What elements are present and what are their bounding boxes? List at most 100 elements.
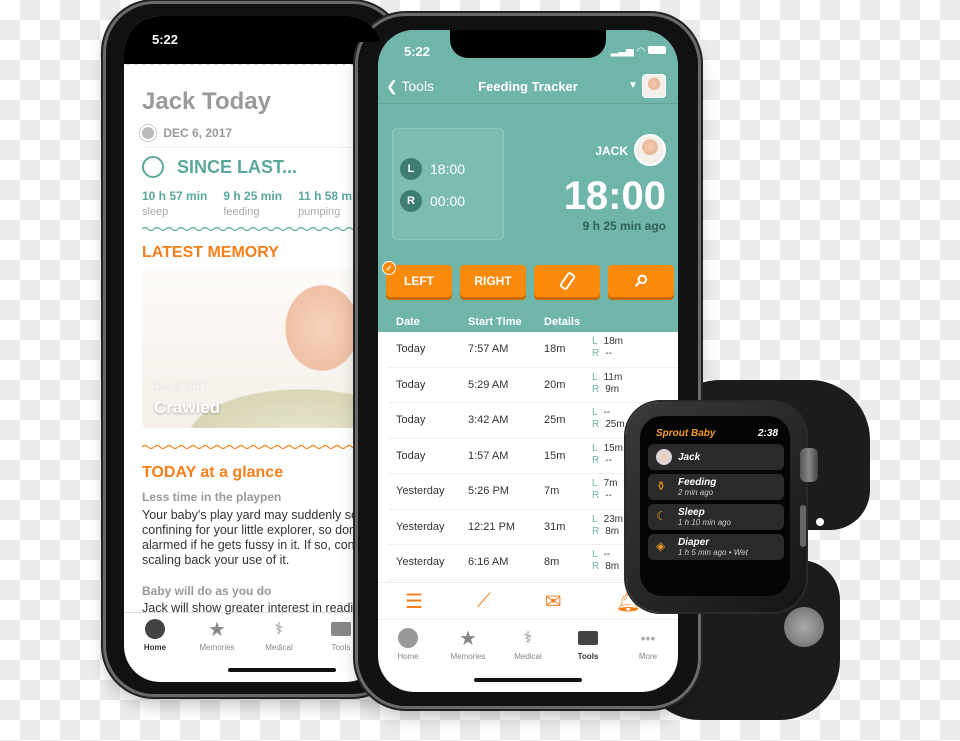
tab-medical[interactable]: ⚕ Medical [501,622,556,668]
apple-watch: Sprout Baby 2:38 Jack ⚱ Feeding 2 min ago … [626,402,806,612]
card-title: Feeding [678,477,717,488]
left-label: L [592,407,598,418]
tab-home[interactable]: Home [128,613,183,662]
card-subtitle: 1 h 5 min ago • Wet [678,548,748,557]
left-duration: 7m [603,478,618,489]
zigzag-divider [124,60,382,68]
wifi-icon: ◠ [636,46,646,57]
chevron-down-icon[interactable]: ▼ [628,80,638,91]
left-duration: 11m [603,371,623,383]
tab-tools[interactable]: Tools [561,622,616,668]
row-date: Today [396,378,426,391]
stopwatch-icon [142,156,164,178]
left-label: L [592,478,598,489]
left-timer-value: 18:00 [430,161,466,177]
since-last-label: SINCE LAST... [177,157,298,177]
row-start-time: 12:21 PM [468,520,516,533]
right-button[interactable]: RIGHT [460,265,526,297]
date-text: DEC 6, 2017 [163,126,233,140]
watch-app-name: Sprout Baby [656,428,716,439]
diaper-icon: ◈ [656,539,666,553]
baby-face-icon [144,618,166,640]
child-avatar-button[interactable] [642,74,666,98]
pump-button[interactable]: ⚲ [608,265,674,297]
latest-memory-heading: LATEST MEMORY [142,244,279,261]
watch-time: 2:38 [757,428,778,439]
today-heading: TODAY at a glance [142,464,284,481]
tab-label: Home [143,643,167,652]
row-start-time: 3:42 AM [468,414,509,426]
right-label: R [592,454,600,466]
stat-label: sleep [142,206,169,218]
tip-line: confining for your little explorer, so d… [142,523,359,537]
left-timer[interactable]: L 18:00 [400,158,465,180]
right-timer-value: 00:00 [430,193,466,209]
chart-icon[interactable]: ⟋ [477,590,491,613]
list-icon[interactable]: ☰ [405,589,423,614]
signal-icon: ▂▃▅ [610,46,634,57]
watch-card-diaper[interactable]: ◈ Diaper 1 h 5 min ago • Wet [648,534,784,560]
watch-card-sleep[interactable]: ☾ Sleep 1 h 10 min ago [648,504,784,530]
stat-value: 11 h 58 min [298,189,363,203]
left-button[interactable]: ✓ LEFT [382,261,452,297]
nav-bar: ❮ Tools Feeding Tracker ▼ [378,72,678,104]
stat-sleep[interactable]: 10 h 57 min sleep [142,189,207,218]
left-label: L [592,513,598,525]
left-duration: 15m [603,442,624,454]
since-last-heading: SINCE LAST... [142,156,297,178]
tab-home[interactable]: Home [381,622,436,668]
button-label: LEFT [404,274,434,288]
card-title: Sleep [678,507,705,518]
mail-icon[interactable]: ✉ [545,589,562,614]
tab-label: Medical [265,643,293,652]
star-icon: ★ [459,627,477,650]
row-sides: L 7m R -- [592,478,617,502]
since-last-stats: 10 h 57 min sleep 9 h 25 min feeding 11 h … [142,189,382,218]
right-label: R [592,561,600,572]
right-duration: -- [605,490,612,501]
side-timers [392,128,504,240]
row-date: Yesterday [396,485,445,497]
child-name: JACK [595,144,628,158]
stethoscope-icon: ⚕ [523,630,533,647]
pump-icon: ⚲ [630,271,651,292]
child-avatar [634,134,666,166]
row-start-time: 1:57 AM [468,449,509,462]
col-start-time: Start Time [468,316,522,328]
watch-card-child[interactable]: Jack [648,444,784,470]
moon-icon: ☾ [656,509,667,523]
notch [254,16,382,42]
tab-memories[interactable]: ★ Memories [190,613,245,662]
right-duration: 9m [605,383,620,395]
home-indicator [474,678,582,682]
watch-card-feeding[interactable]: ⚱ Feeding 2 min ago [648,474,784,500]
right-label: R [592,348,600,359]
stat-feeding[interactable]: 9 h 25 min feeding [223,189,282,218]
right-duration: 25m [605,419,625,430]
left-label: L [592,549,598,560]
stat-pumping[interactable]: 11 h 58 min pumping [298,189,363,218]
right-timer[interactable]: R 00:00 [400,190,465,212]
tab-memories[interactable]: ★ Memories [441,622,496,668]
right-duration: -- [605,454,612,466]
bottle-button[interactable] [534,265,600,297]
table-row[interactable]: Today 7:57 AM 18m L 18m R -- [388,332,678,368]
tab-label: Memories [199,643,235,652]
side-button[interactable] [800,505,806,547]
status-time: 5:22 [404,44,431,59]
battery-icon [648,46,666,54]
row-start-time: 7:57 AM [468,343,509,355]
left-duration: -- [603,407,611,418]
row-sides: L 15m R -- [592,443,623,467]
tab-label: More [638,652,658,661]
col-details: Details [544,316,581,328]
tip-title: Baby will do as you do [142,584,272,598]
table-row[interactable]: Today 5:29 AM 20m L 11m R 9m [388,368,678,403]
row-duration: 25m [544,414,566,426]
tab-label: Memories [450,652,486,661]
checkmark-icon: ✓ [382,261,396,275]
tab-more[interactable]: ••• More [621,622,676,668]
tab-medical[interactable]: ⚕ Medical [252,613,307,662]
digital-crown[interactable] [800,448,818,482]
memory-card[interactable]: Dec 6, 2017 Crawled [142,268,382,428]
